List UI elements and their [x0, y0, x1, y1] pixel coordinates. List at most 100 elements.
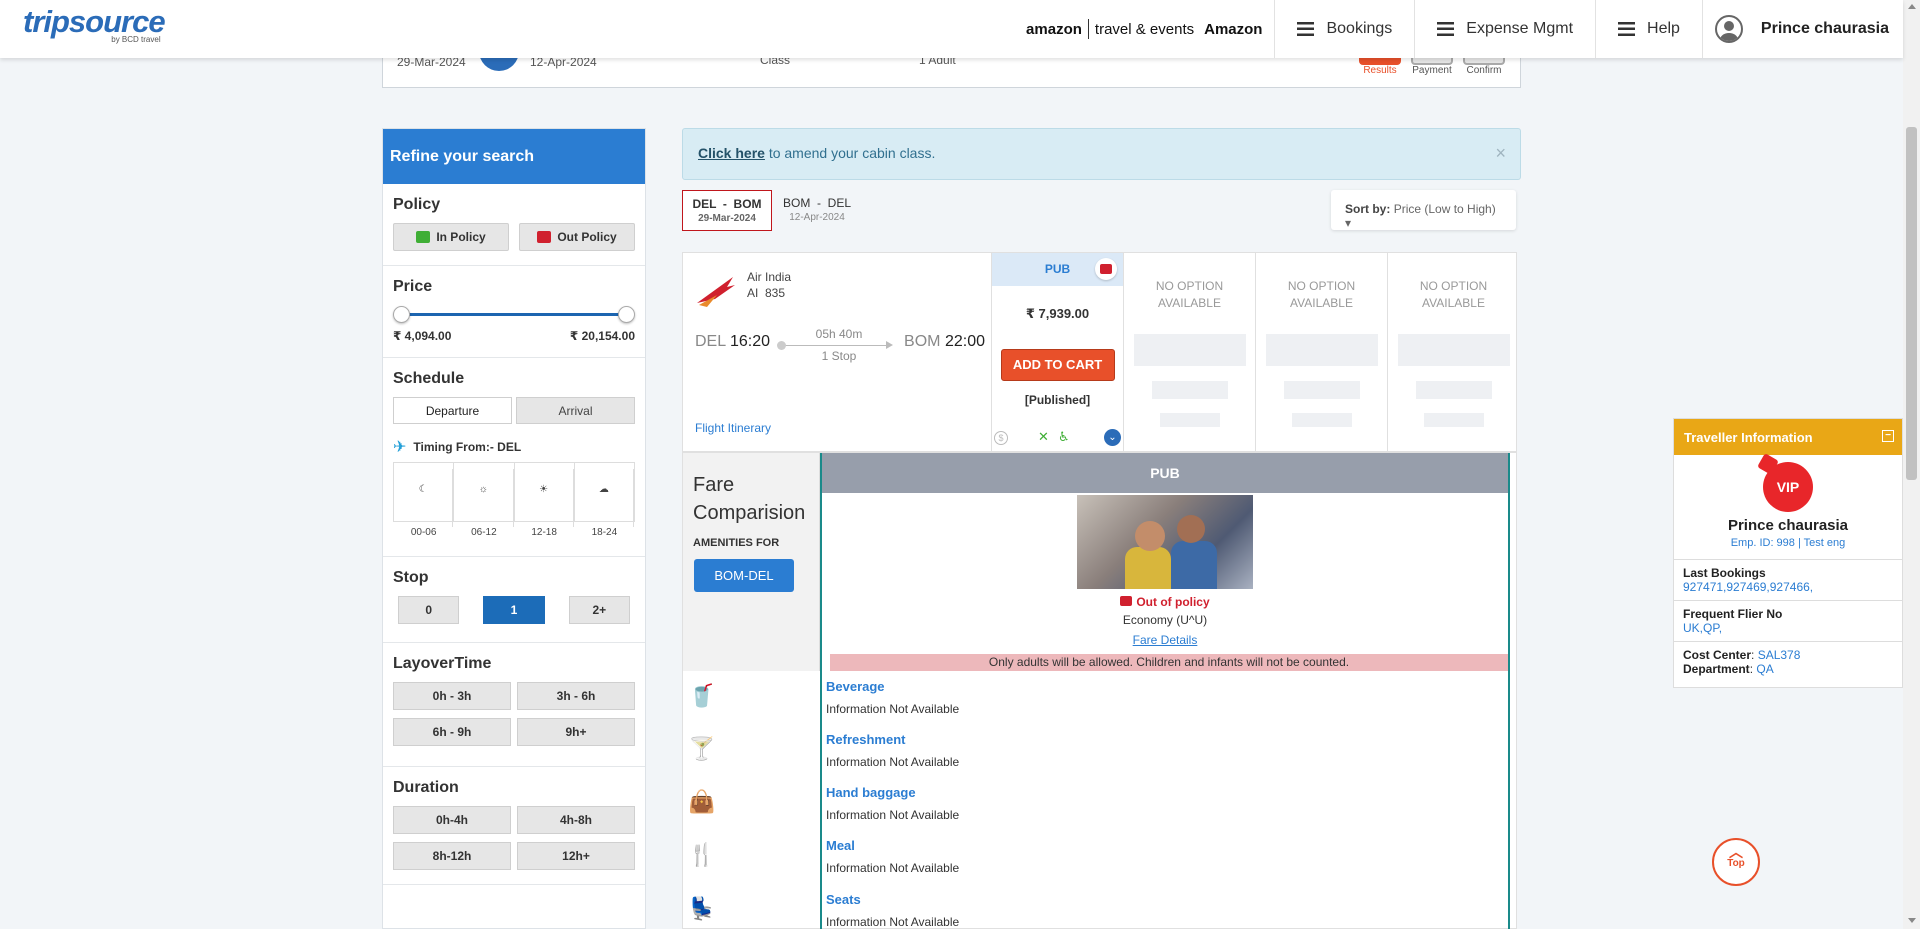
last-bookings: Last Bookings 927471,927469,927466,	[1674, 559, 1902, 600]
meal-icon: ✕	[1038, 429, 1049, 444]
dollar-icon: $	[994, 431, 1008, 445]
price-min-handle[interactable]	[393, 306, 410, 323]
user-menu[interactable]: Prince chaurasia	[1701, 0, 1903, 58]
amenity-name: Beverage	[826, 679, 885, 694]
no-option-text: NO OPTION AVAILABLE	[1419, 279, 1488, 310]
layover-6-9-button[interactable]: 6h - 9h	[393, 718, 511, 746]
sun-icon: ☀	[515, 469, 574, 527]
amenity-seats: 💺 Seats Information Not Available	[683, 888, 1518, 929]
in-policy-button[interactable]: In Policy	[393, 223, 509, 251]
nav-help[interactable]: Help	[1595, 0, 1702, 58]
divider	[1087, 19, 1089, 39]
flight-stops: 1 Stop	[821, 349, 857, 363]
seat-icon: ♿	[1058, 429, 1070, 444]
price-max: ₹ 20,154.00	[569, 329, 635, 343]
time-slots: ☾ 00-06 ☼ 06-12 ☀ 12-18 ☁ 18-24	[393, 462, 635, 538]
user-avatar-icon	[1714, 15, 1743, 43]
tab-bom-del[interactable]: BOM - DEL 12-Apr-2024	[772, 190, 862, 231]
plane-icon: ✈	[393, 439, 407, 456]
duration-8-12-button[interactable]: 8h-12h	[393, 842, 511, 870]
nav-expense-mgmt[interactable]: Expense Mgmt	[1414, 0, 1595, 58]
stop-filter: Stop 0 1 2+	[383, 557, 645, 643]
amenity-name: Seats	[826, 892, 861, 907]
price-slider[interactable]	[393, 305, 635, 325]
fare-option-empty: NO OPTION AVAILABLE	[1123, 253, 1255, 453]
flight-itinerary-link[interactable]: Flight Itinerary	[695, 421, 771, 435]
logo-text: tripsource	[23, 4, 166, 39]
amazon-travel-events[interactable]: amazon travel & events Amazon	[1014, 0, 1274, 58]
duration-4-8-button[interactable]: 4h-8h	[517, 806, 635, 834]
fare-option-empty: NO OPTION AVAILABLE	[1387, 253, 1519, 453]
refreshment-icon: 🍸	[688, 736, 716, 761]
sunset-icon: ☁	[575, 469, 634, 527]
stop-2plus-button[interactable]: 2+	[568, 596, 630, 624]
layover-title: LayoverTime	[393, 655, 492, 672]
page-scrollbar[interactable]	[1903, 0, 1920, 929]
refine-title: Refine your search	[383, 129, 645, 184]
out-of-policy-icon	[1095, 258, 1117, 280]
scrollbar-thumb[interactable]	[1906, 127, 1917, 480]
slot-06-12[interactable]: ☼ 06-12	[454, 463, 515, 538]
top-header: tripsource by BCD travel amazon travel &…	[0, 0, 1903, 58]
sort-label: Sort by:	[1345, 202, 1391, 216]
travel-events-label: travel & events	[1094, 20, 1195, 38]
last-bookings-value[interactable]: 927471,927469,927466,	[1683, 580, 1893, 594]
scroll-up-arrow-icon[interactable]	[1908, 4, 1916, 9]
sort-value: Price (Low to High)	[1393, 202, 1496, 216]
sunrise-icon: ☼	[454, 469, 514, 527]
layover-9plus-button[interactable]: 9h+	[517, 718, 635, 746]
amenity-name: Hand baggage	[826, 785, 916, 800]
out-policy-button[interactable]: Out Policy	[519, 223, 635, 251]
layover-0-3-button[interactable]: 0h - 3h	[393, 682, 511, 710]
amenity-value: Information Not Available	[826, 808, 960, 822]
arrival: BOM 22:00	[904, 333, 985, 350]
stop-0-button[interactable]: 0	[398, 596, 460, 624]
fare-icons: $ ✕ ♿ ⌄	[992, 429, 1124, 447]
slot-00-06[interactable]: ☾ 00-06	[394, 463, 455, 538]
caret-down-icon: ▾	[1345, 216, 1352, 230]
tripsource-logo[interactable]: tripsource by BCD travel	[23, 4, 166, 44]
amenity-hand-baggage: 👜 Hand baggage Information Not Available	[683, 781, 1518, 834]
arrival-tab[interactable]: Arrival	[516, 397, 635, 424]
duration-12plus-button[interactable]: 12h+	[517, 842, 635, 870]
slot-18-24[interactable]: ☁ 18-24	[575, 463, 634, 538]
employee-id: Emp. ID: 998 | Test eng	[1730, 537, 1846, 549]
layover-3-6-button[interactable]: 3h - 6h	[517, 682, 635, 710]
route-bom-del-button[interactable]: BOM-DEL	[694, 559, 794, 592]
add-to-cart-button[interactable]: ADD TO CART	[1000, 349, 1115, 381]
expand-icon[interactable]: ⌄	[1104, 429, 1121, 446]
scroll-down-arrow-icon[interactable]	[1908, 918, 1916, 923]
price-min: ₹ 4,094.00	[393, 329, 452, 343]
thumbs-down-icon	[537, 231, 552, 243]
menu-icon	[1297, 22, 1315, 36]
traveller-info-header[interactable]: Traveller Information −	[1674, 419, 1902, 455]
flight-info: Air India AI 835 DEL 16:20 05h 40m 1 Sto…	[683, 253, 991, 453]
nav-help-label: Help	[1647, 20, 1680, 37]
click-here-link[interactable]: Click here	[698, 145, 765, 161]
no-option-text: NO OPTION AVAILABLE	[1155, 279, 1224, 310]
amenity-beverage: 🥤 Beverage Information Not Available	[683, 675, 1518, 728]
sort-dropdown[interactable]: Sort by: Price (Low to High) ▾	[1331, 190, 1516, 230]
slot-12-18[interactable]: ☀ 12-18	[515, 463, 575, 538]
collapse-icon[interactable]: −	[1882, 430, 1894, 442]
tab-del-bom[interactable]: DEL - BOM 29-Mar-2024	[682, 190, 772, 231]
traveller-name: Prince chaurasia	[1727, 517, 1849, 534]
price-max-handle[interactable]	[618, 306, 635, 323]
company-name: Amazon	[1204, 20, 1263, 38]
amenity-value: Information Not Available	[826, 915, 960, 929]
menu-icon	[1437, 22, 1455, 36]
main-nav: amazon travel & events Amazon Bookings E…	[1014, 0, 1903, 58]
nav-bookings[interactable]: Bookings	[1274, 0, 1414, 58]
departure-tab[interactable]: Departure	[393, 397, 512, 424]
route-line	[777, 341, 893, 350]
airline-name: Air India	[747, 270, 792, 284]
fare-details-link[interactable]: Fare Details	[822, 633, 1508, 647]
chevron-up-icon: ︿	[1729, 844, 1743, 860]
fare-column-header: PUB	[822, 453, 1508, 493]
stop-1-button[interactable]: 1	[483, 596, 545, 624]
nav-expense-label: Expense Mgmt	[1466, 20, 1574, 37]
scroll-top-button[interactable]: ︿ Top	[1712, 838, 1760, 886]
close-icon[interactable]: ×	[1495, 143, 1506, 164]
duration-0-4-button[interactable]: 0h-4h	[393, 806, 511, 834]
thumbs-down-icon	[1120, 596, 1133, 606]
